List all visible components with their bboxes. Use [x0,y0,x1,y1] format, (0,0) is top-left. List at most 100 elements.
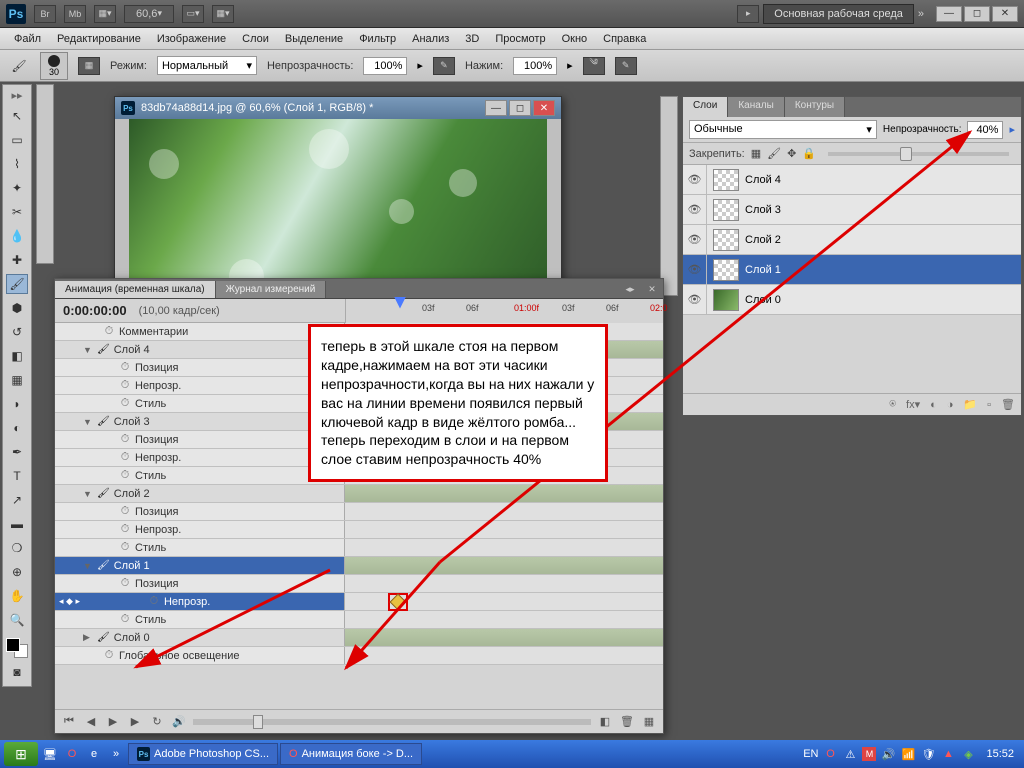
lasso-tool[interactable]: ⌇ [6,154,28,174]
tab-measurement-log[interactable]: Журнал измерений [216,281,327,298]
cs-live-button[interactable]: ▸ [737,5,759,23]
delete-button[interactable]: 🗑 [619,715,635,729]
new-layer-icon[interactable]: ▫ [987,399,991,411]
gradient-tool[interactable]: ▦ [6,370,28,390]
visibility-toggle[interactable]: 👁 [683,225,707,254]
tab-paths[interactable]: Контуры [785,97,845,117]
layer-mask-icon[interactable]: ◐ [930,399,937,411]
blend-mode-select[interactable]: Нормальный▾ [157,56,257,75]
layer-name[interactable]: Слой 3 [745,204,781,216]
pen-tool[interactable]: ✒ [6,442,28,462]
opacity-flyout-icon[interactable]: ▸ [417,59,423,72]
layer-name[interactable]: Слой 0 [745,294,781,306]
layer-group-icon[interactable]: 📁 [963,398,977,411]
audio-button[interactable]: 🔊 [171,715,187,729]
current-time[interactable]: 0:00:00:00 [63,303,127,318]
visibility-toggle[interactable]: 👁 [683,165,707,194]
timeline-row-Непрозр.[interactable]: ◂ ◆ ▸⏱Непрозр. [55,593,663,611]
workspace-switcher[interactable]: Основная рабочая среда [763,4,914,24]
tray-avira-icon[interactable]: ▲ [940,746,956,762]
tablet-pressure-icon[interactable]: ✎ [615,57,637,75]
layer-thumbnail[interactable] [713,229,739,251]
layer-row-Слой 3[interactable]: 👁Слой 3 [683,195,1021,225]
lock-transparent-icon[interactable]: ▦ [751,147,761,160]
lock-all-icon[interactable]: 🔒 [802,147,816,160]
lock-pixels-icon[interactable]: 🖌 [767,147,781,160]
layer-opacity-input[interactable]: 40% [967,121,1003,139]
keyframe-nav[interactable]: ◂ ◆ ▸ [59,596,80,607]
stopwatch-icon[interactable]: ⏱ [119,506,131,518]
brush-preset-picker[interactable]: 30 [40,52,68,80]
heal-tool[interactable]: ✚ [6,250,28,270]
document-titlebar[interactable]: Ps 83db74a88d14.jpg @ 60,6% (Слой 1, RGB… [115,97,561,119]
menu-edit[interactable]: Редактирование [51,31,147,47]
brush-tool-icon[interactable]: 🖌 [8,56,30,76]
move-tool[interactable]: ↖ [6,106,28,126]
menu-3d[interactable]: 3D [459,31,485,47]
ql-ie[interactable]: e [84,744,104,764]
eraser-tool[interactable]: ◧ [6,346,28,366]
taskbar-app-photoshop[interactable]: PsAdobe Photoshop CS... [128,743,278,765]
doc-maximize[interactable]: ◻ [509,100,531,116]
timeline-row-Слой 1[interactable]: ▼🖌Слой 1 [55,557,663,575]
zoom-slider[interactable] [193,719,591,725]
menu-file[interactable]: Файл [8,31,47,47]
opacity-flyout-icon[interactable]: ▸ [1009,123,1015,136]
doc-minimize[interactable]: — [485,100,507,116]
menu-window[interactable]: Окно [556,31,594,47]
visibility-toggle[interactable]: 👁 [683,285,707,314]
layer-thumbnail[interactable] [713,259,739,281]
timeline-row-Непрозр.[interactable]: ⏱Непрозр. [55,521,663,539]
onion-skin-button[interactable]: ◧ [597,715,613,729]
flow-input[interactable]: 100% [513,57,557,75]
marquee-tool[interactable]: ▭ [6,130,28,150]
link-layers-icon[interactable]: ⍟ [889,398,896,411]
stopwatch-icon[interactable]: ⏱ [119,470,131,482]
fill-slider[interactable] [828,152,1009,156]
3d-tool[interactable]: ❍ [6,538,28,558]
crop-tool[interactable]: ✂ [6,202,28,222]
stopwatch-icon[interactable]: ⏱ [119,614,131,626]
taskbar-app-opera[interactable]: OАнимация боке -> D... [280,743,422,765]
stopwatch-icon[interactable]: ⏱ [103,650,115,662]
play-button[interactable]: ▶ [105,715,121,729]
ql-opera[interactable]: O [62,744,82,764]
layer-row-Слой 2[interactable]: 👁Слой 2 [683,225,1021,255]
layer-row-Слой 1[interactable]: 👁Слой 1 [683,255,1021,285]
zoom-tool[interactable]: 🔍 [6,610,28,630]
timeline-row-Стиль[interactable]: ⏱Стиль [55,539,663,557]
menu-image[interactable]: Изображение [151,31,232,47]
stopwatch-icon[interactable]: ⏱ [119,452,131,464]
layer-thumbnail[interactable] [713,199,739,221]
timeline-ruler[interactable]: 03f06f01:00f03f06f02:0 [345,299,663,323]
tab-animation-timeline[interactable]: Анимация (временная шкала) [55,281,216,298]
stopwatch-icon[interactable]: ⏱ [119,362,131,374]
disclosure-triangle[interactable]: ▼ [83,489,93,499]
chevrons-icon[interactable]: » [918,8,924,20]
convert-button[interactable]: ▦ [641,715,657,729]
disclosure-triangle[interactable]: ▼ [83,561,93,571]
ql-more[interactable]: » [106,744,126,764]
layer-name[interactable]: Слой 4 [745,174,781,186]
visibility-toggle[interactable]: 👁 [683,255,707,284]
opacity-input[interactable]: 100% [363,57,407,75]
tray-battery-icon[interactable]: ⚠ [842,746,858,762]
frame-rate[interactable]: (10,00 кадр/сек) [139,305,220,317]
timeline-row-Глобальное освещение[interactable]: ⏱Глобальное освещение [55,647,663,665]
eyedropper-tool[interactable]: 💧 [6,226,28,246]
path-tool[interactable]: ↗ [6,490,28,510]
brush-tool[interactable]: 🖌 [6,274,28,294]
layer-thumbnail[interactable] [713,289,739,311]
opacity-pressure-icon[interactable]: ✎ [433,57,455,75]
close-button[interactable]: ✕ [992,6,1018,22]
timeline-row-Позиция[interactable]: ⏱Позиция [55,503,663,521]
color-swatches[interactable] [6,638,28,658]
menu-filter[interactable]: Фильтр [353,31,402,47]
stopwatch-icon[interactable]: ⏱ [148,596,160,608]
timeline-row-Позиция[interactable]: ⏱Позиция [55,575,663,593]
stopwatch-icon[interactable]: ⏱ [119,542,131,554]
airbrush-icon[interactable]: ༄ [583,57,605,75]
menu-view[interactable]: Просмотр [489,31,551,47]
taskbar-clock[interactable]: 15:52 [980,748,1020,760]
layer-style-icon[interactable]: fx▾ [906,398,920,411]
